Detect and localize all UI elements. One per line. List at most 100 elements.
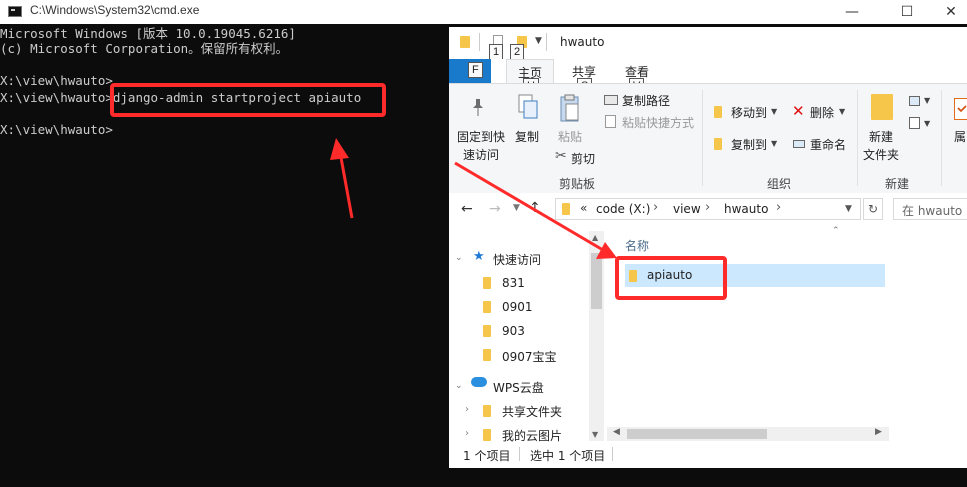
pin-icon bbox=[471, 98, 485, 118]
maximize-button[interactable]: ☐ bbox=[884, 0, 930, 24]
ribbon-divider bbox=[702, 90, 703, 186]
cmd-app-icon bbox=[8, 6, 22, 17]
search-input[interactable]: 在 hwauto 中 bbox=[893, 198, 967, 220]
paste-label: 粘贴 bbox=[558, 130, 583, 144]
chevron-down-icon[interactable]: ▼ bbox=[924, 119, 930, 128]
expand-chevron-icon[interactable]: › bbox=[465, 428, 469, 439]
scroll-left-icon[interactable]: ◀ bbox=[613, 427, 620, 437]
scroll-right-icon[interactable]: ▶ bbox=[875, 427, 882, 437]
move-to-icon bbox=[714, 106, 722, 118]
folder-icon bbox=[483, 429, 491, 441]
search-placeholder: 在 hwauto 中 bbox=[902, 204, 967, 218]
forward-arrow-icon[interactable]: → bbox=[489, 201, 501, 217]
cut-label: 剪切 bbox=[571, 152, 596, 166]
clipboard-group-label: 剪贴板 bbox=[559, 177, 596, 191]
status-selected-count: 选中 1 个项目 bbox=[530, 449, 606, 463]
back-arrow-icon[interactable]: ← bbox=[461, 201, 473, 217]
folder-icon bbox=[562, 203, 570, 215]
console-line: X:\view\hwauto> bbox=[0, 73, 113, 88]
cmd-window-title: C:\Windows\System32\cmd.exe bbox=[30, 3, 200, 17]
easy-access-icon[interactable] bbox=[909, 117, 920, 129]
chevron-down-icon[interactable]: ▼ bbox=[845, 204, 852, 214]
chevron-down-icon: ▼ bbox=[771, 107, 778, 116]
file-explorer-window: ▼ 1 2 hwauto 文件 F 主页 H 共享 S 查看 V 固定到快 速访… bbox=[449, 27, 967, 468]
nav-item[interactable]: 0901 bbox=[502, 300, 533, 314]
folder-icon bbox=[483, 277, 491, 289]
new-item-icon[interactable] bbox=[909, 96, 920, 106]
folder-icon bbox=[483, 349, 491, 361]
folder-icon bbox=[483, 325, 491, 337]
nav-item[interactable]: 我的云图片 bbox=[502, 427, 562, 444]
shared-folder-icon bbox=[483, 405, 491, 417]
recent-locations-icon[interactable]: ▼ bbox=[513, 203, 520, 213]
console-line: (c) Microsoft Corporation。保留所有权利。 bbox=[0, 41, 289, 56]
folder-icon bbox=[460, 36, 470, 48]
nav-item[interactable]: 0907宝宝 bbox=[502, 348, 557, 365]
properties-label: 属 bbox=[954, 130, 967, 144]
close-button[interactable]: ✕ bbox=[935, 0, 967, 24]
copy-label: 复制 bbox=[515, 130, 540, 144]
star-icon: ★ bbox=[473, 249, 485, 264]
status-divider bbox=[612, 447, 613, 461]
new-group-label: 新建 bbox=[885, 177, 910, 191]
breadcrumb-separator[interactable]: › bbox=[776, 200, 781, 215]
scrollbar-thumb[interactable] bbox=[591, 253, 602, 309]
toolbar-divider bbox=[546, 33, 547, 51]
breadcrumb-hwauto[interactable]: hwauto bbox=[724, 202, 768, 216]
paste-shortcut-label: 粘贴快捷方式 bbox=[622, 116, 695, 130]
command-highlight-box bbox=[110, 83, 386, 117]
breadcrumb-separator[interactable]: › bbox=[653, 200, 658, 215]
paste-shortcut-icon bbox=[605, 115, 616, 128]
nav-wps-cloud[interactable]: WPS云盘 bbox=[493, 379, 544, 396]
new-folder-label-2: 文件夹 bbox=[863, 148, 900, 162]
copy-path-icon bbox=[604, 95, 618, 105]
copy-path-label: 复制路径 bbox=[622, 94, 671, 108]
expand-chevron-icon[interactable]: ⌄ bbox=[455, 381, 463, 391]
rename-label: 重命名 bbox=[810, 138, 847, 152]
scissors-icon: ✂ bbox=[555, 148, 567, 164]
column-header-name[interactable]: 名称 bbox=[625, 237, 649, 254]
tab-view-label: 查看 bbox=[624, 64, 649, 79]
nav-item[interactable]: 共享文件夹 bbox=[502, 403, 562, 420]
scrollbar-thumb[interactable] bbox=[627, 429, 767, 439]
scroll-down-icon[interactable]: ▼ bbox=[592, 430, 598, 439]
chevron-down-icon: ▼ bbox=[839, 107, 846, 116]
breadcrumb-separator[interactable]: › bbox=[705, 200, 710, 215]
ribbon-home: 固定到快 速访问 复制 粘贴 复制路径 粘贴快捷方式 ✂ 剪切 剪贴板 移动到 … bbox=[449, 83, 967, 195]
breadcrumb-drive[interactable]: code (X:) bbox=[596, 202, 650, 216]
ribbon-divider bbox=[941, 90, 942, 186]
delete-label: 删除 bbox=[810, 106, 835, 120]
scroll-up-icon[interactable]: ▲ bbox=[592, 233, 598, 242]
navigation-pane: ⌄ ★ 快速访问 831 0901 903 0907宝宝 ⌄ WPS云盘 › 共… bbox=[449, 231, 607, 444]
quick-access-toolbar: ▼ 1 2 hwauto bbox=[449, 27, 967, 60]
address-field[interactable]: « code (X:) › view › hwauto › ▼ bbox=[555, 198, 861, 220]
overflow-chevron[interactable]: « bbox=[580, 201, 587, 215]
refresh-icon[interactable]: ↻ bbox=[863, 198, 883, 220]
new-folder-icon bbox=[871, 94, 893, 120]
chevron-down-icon[interactable]: ▼ bbox=[535, 36, 542, 46]
status-divider bbox=[519, 447, 520, 461]
up-arrow-icon[interactable]: ↑ bbox=[529, 200, 541, 216]
nav-item[interactable]: 903 bbox=[502, 324, 525, 338]
ribbon-divider bbox=[857, 90, 858, 186]
expand-chevron-icon[interactable]: ⌄ bbox=[455, 253, 463, 263]
cloud-icon bbox=[471, 377, 487, 387]
expand-chevron-icon[interactable]: › bbox=[465, 404, 469, 415]
breadcrumb-view[interactable]: view bbox=[673, 202, 701, 216]
minimize-button[interactable]: — bbox=[829, 0, 875, 24]
folder-highlight-box bbox=[615, 256, 727, 300]
pin-label-2: 速访问 bbox=[463, 148, 500, 162]
status-item-count: 1 个项目 bbox=[463, 449, 511, 463]
status-bar: 1 个项目 选中 1 个项目 bbox=[449, 443, 967, 468]
horizontal-scrollbar[interactable]: ◀ ▶ bbox=[607, 427, 889, 441]
new-folder-label: 新建 bbox=[869, 130, 894, 144]
nav-item[interactable]: 831 bbox=[502, 276, 525, 290]
nav-scrollbar[interactable]: ▲ ▼ bbox=[589, 231, 604, 441]
nav-quick-access[interactable]: 快速访问 bbox=[493, 251, 541, 268]
delete-x-icon: ✕ bbox=[792, 102, 805, 120]
explorer-window-title: hwauto bbox=[560, 35, 605, 49]
cmd-titlebar: C:\Windows\System32\cmd.exe — ☐ ✕ bbox=[0, 0, 967, 25]
copy-to-icon bbox=[714, 138, 722, 150]
tab-share-label: 共享 bbox=[571, 64, 596, 79]
chevron-down-icon[interactable]: ▼ bbox=[924, 96, 930, 105]
